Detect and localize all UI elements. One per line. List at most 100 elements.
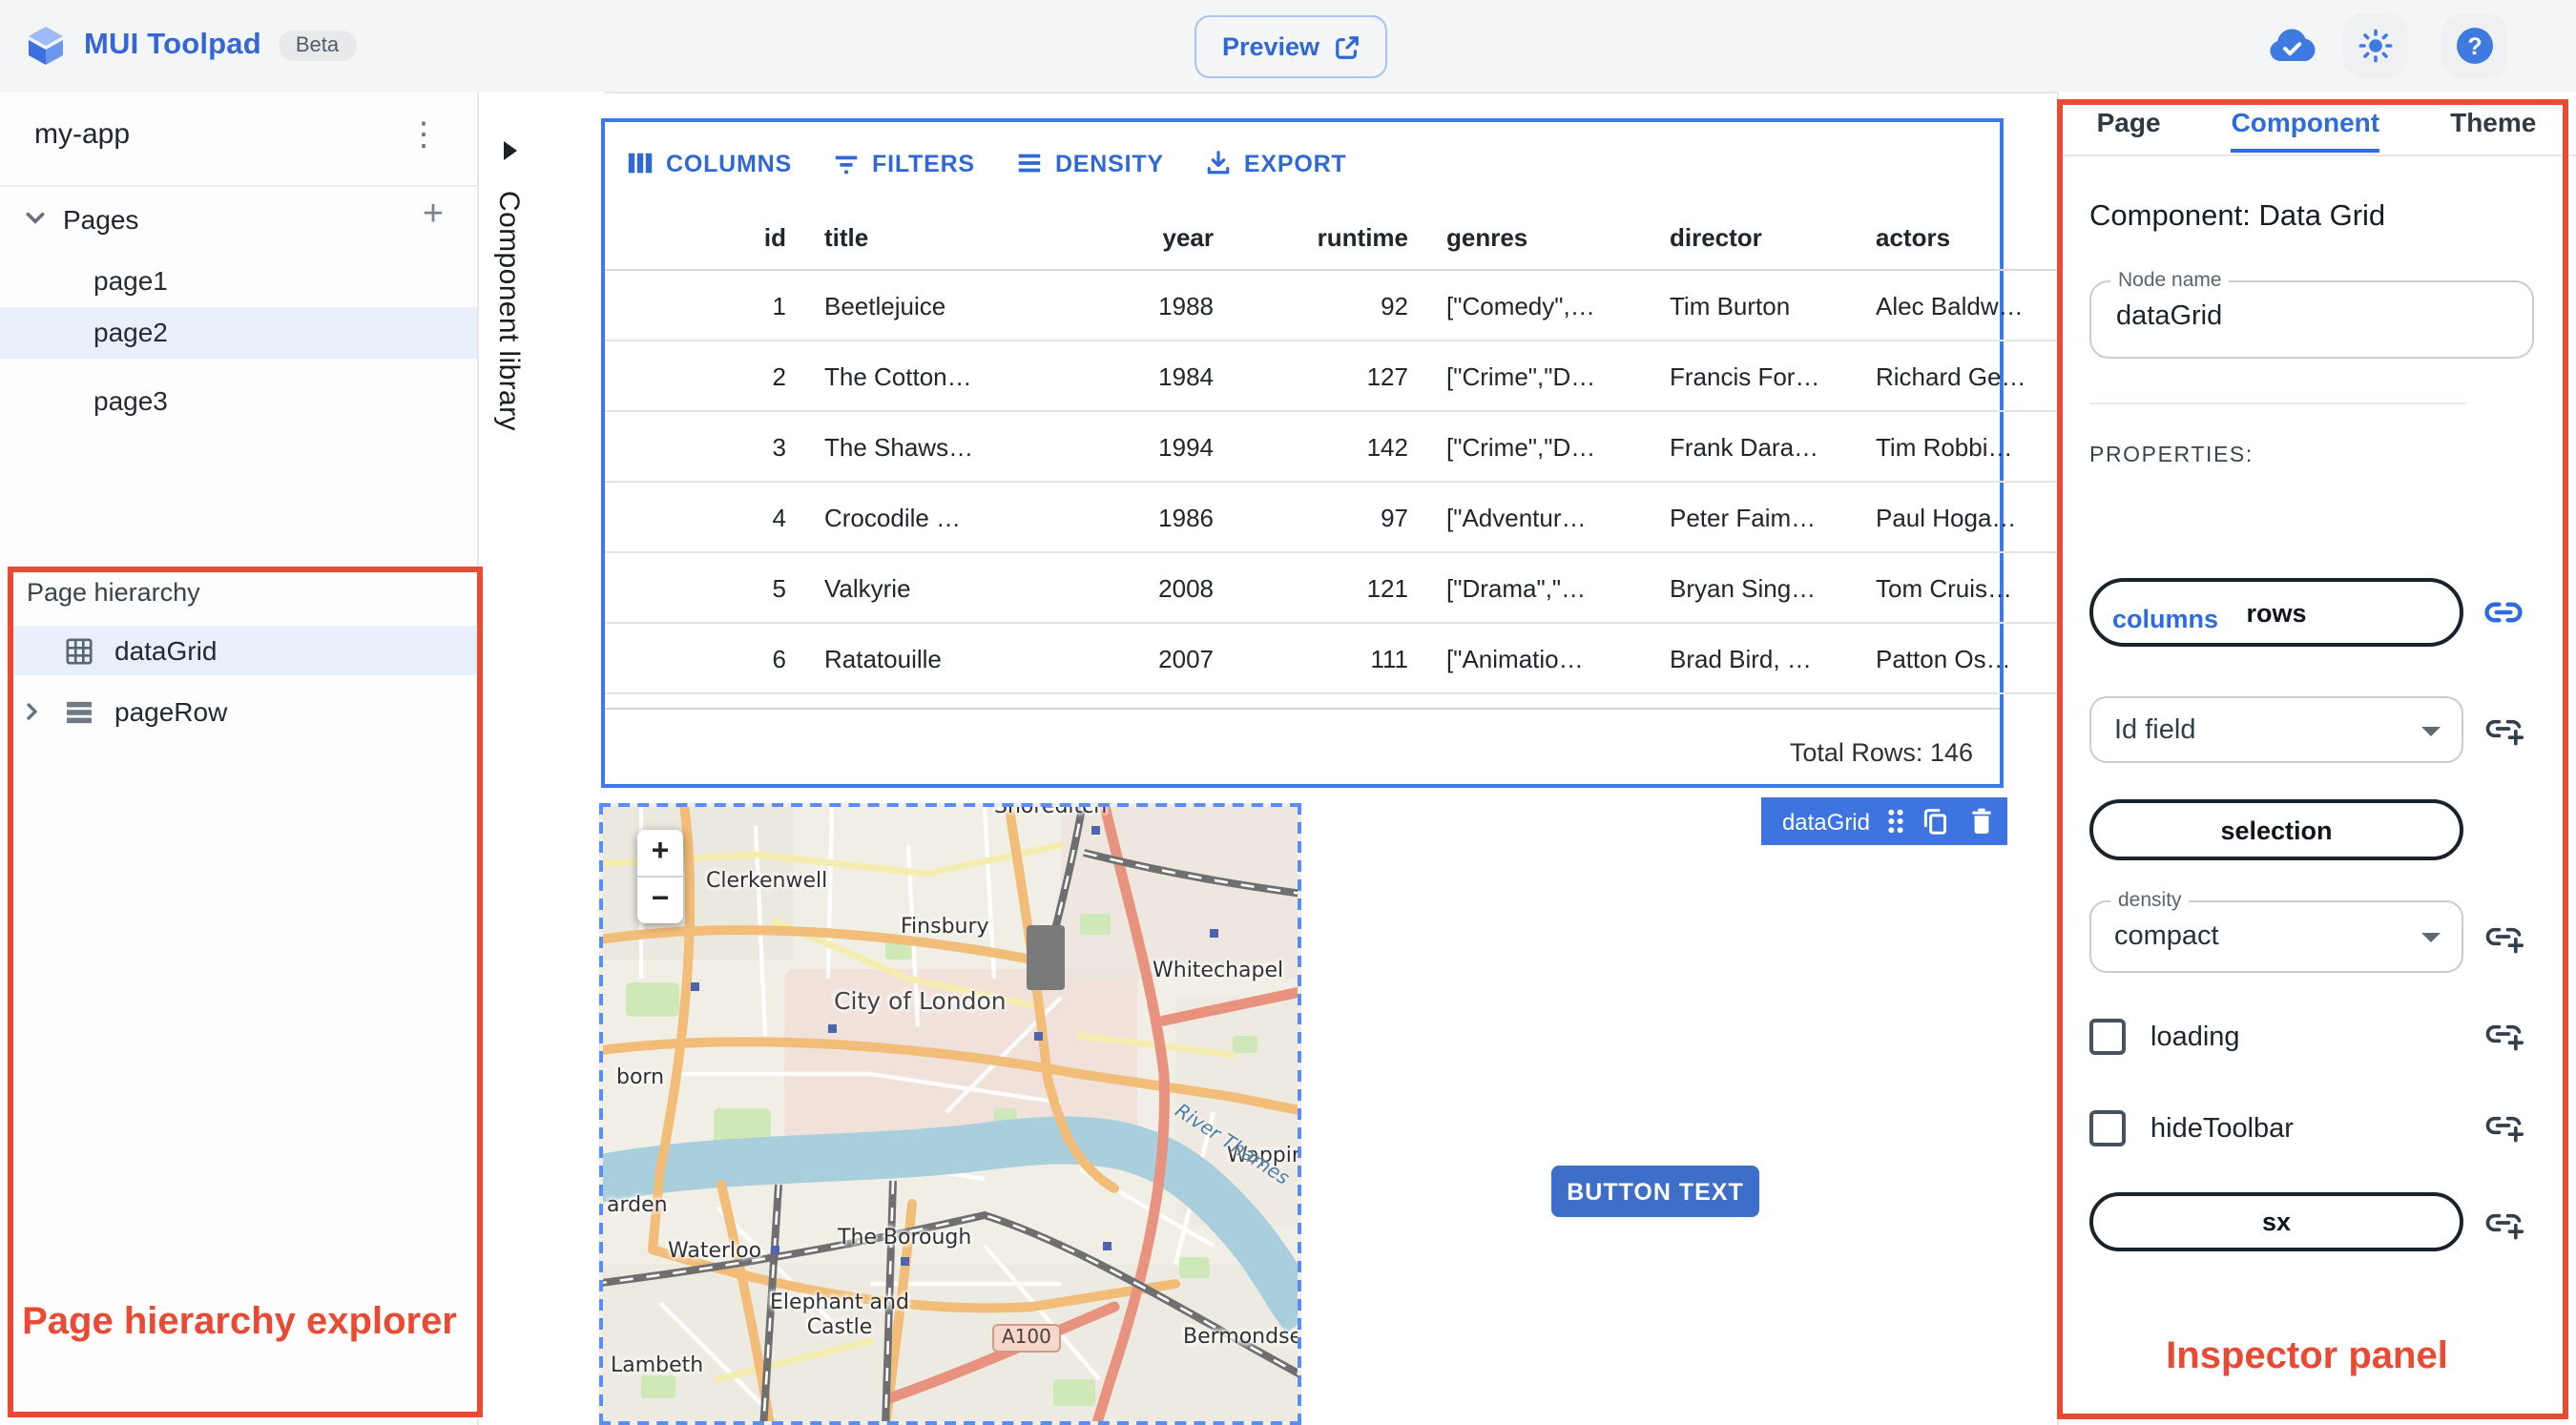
help-button[interactable]: ? — [2442, 13, 2507, 78]
inspector-tabs: Page Component Theme — [2057, 92, 2576, 156]
filters-button[interactable]: FILTERS — [832, 149, 975, 177]
app-title: MUI Toolpad — [84, 29, 261, 61]
page-item-label: page1 — [93, 265, 168, 296]
cloud-sync-icon[interactable] — [2267, 27, 2316, 65]
expand-arrow-icon[interactable] — [504, 141, 517, 160]
cell-id: 2 — [605, 341, 805, 412]
zoom-out-button[interactable]: − — [637, 878, 683, 923]
datagrid-toolbar: COLUMNS FILTERS DENSITY EXPORT — [605, 122, 2000, 204]
cell-year: 1984 — [1030, 341, 1233, 412]
map-component[interactable]: Shoreditch Clerkenwell Finsbury Whitecha… — [599, 803, 1301, 1425]
column-header-id[interactable]: id — [605, 204, 805, 271]
sx-binding-link-icon[interactable] — [2483, 1202, 2524, 1244]
sx-property-button[interactable]: sx — [2089, 1192, 2463, 1251]
loading-label: loading — [2150, 1022, 2240, 1052]
project-menu-button[interactable]: ⋮ — [401, 111, 447, 160]
cell-title: Valkyrie — [805, 552, 1030, 624]
table-row[interactable]: 5 Valkyrie 2008 121 ["Drama","… Bryan Si… — [605, 552, 2145, 624]
hierarchy-item-pagerow[interactable]: pageRow — [8, 687, 477, 736]
map-zoom-control: + − — [637, 830, 683, 923]
columns-icon — [626, 149, 654, 177]
export-button[interactable]: EXPORT — [1204, 149, 1347, 177]
density-binding-link-icon[interactable] — [2483, 916, 2524, 958]
sidebar-item-page3[interactable]: page3 — [0, 376, 477, 427]
cell-year: 1988 — [1030, 270, 1233, 341]
hidetoolbar-label: hideToolbar — [2150, 1113, 2294, 1144]
theme-toggle-button[interactable] — [2343, 13, 2408, 78]
duplicate-icon[interactable] — [1922, 807, 1948, 836]
column-header-genres[interactable]: genres — [1427, 204, 1651, 271]
properties-label: PROPERTIES: — [2089, 444, 2254, 467]
loading-binding-link-icon[interactable] — [2483, 1013, 2524, 1055]
project-name: my-app — [34, 118, 131, 151]
canvas-button-component[interactable]: BUTTON TEXT — [1551, 1166, 1759, 1217]
hidetoolbar-binding-link-icon[interactable] — [2483, 1105, 2524, 1146]
cell-runtime: 142 — [1233, 411, 1427, 483]
density-button-label: DENSITY — [1054, 150, 1164, 176]
selection-property-button[interactable]: selection — [2089, 799, 2463, 860]
svg-text:?: ? — [2467, 33, 2482, 60]
map-label: The Borough — [838, 1225, 972, 1249]
sidebar-item-page1[interactable]: page1 — [0, 256, 477, 307]
columns-button[interactable]: COLUMNS — [626, 149, 792, 177]
table-row[interactable]: 4 Crocodile … 1986 97 ["Adventur… Peter … — [605, 482, 2145, 553]
map-label: arden — [607, 1192, 668, 1217]
node-name-field[interactable]: Node name — [2089, 269, 2534, 359]
id-field-select[interactable]: Id field — [2089, 696, 2463, 763]
density-label: density — [2110, 889, 2190, 912]
tab-page[interactable]: Page — [2097, 107, 2161, 149]
map-label: Shoreditch — [994, 807, 1107, 818]
tab-component[interactable]: Component — [2231, 107, 2380, 153]
grid-icon — [65, 636, 93, 665]
node-name-input[interactable] — [2116, 301, 2498, 332]
cell-genres: ["Drama","… — [1427, 552, 1651, 624]
chevron-down-icon — [2421, 933, 2441, 942]
chevron-right-icon[interactable] — [21, 700, 44, 723]
toolpad-logo-icon — [25, 25, 67, 67]
rows-binding-link-icon[interactable] — [2483, 591, 2524, 633]
column-header-runtime[interactable]: runtime — [1233, 204, 1427, 271]
map-label: Clerkenwell — [706, 868, 828, 893]
map-canvas[interactable]: Shoreditch Clerkenwell Finsbury Whitecha… — [603, 807, 1298, 1421]
density-button[interactable]: DENSITY — [1015, 149, 1164, 177]
tab-theme[interactable]: Theme — [2450, 107, 2536, 149]
delete-icon[interactable] — [1969, 807, 1994, 836]
cell-actors: Tom Cruis… — [1857, 552, 2074, 624]
sidebar-item-page2[interactable]: page2 — [0, 307, 477, 359]
cell-year: 1986 — [1030, 482, 1233, 553]
map-label: Lambeth — [611, 1353, 704, 1377]
id-field-binding-link-icon[interactable] — [2483, 708, 2524, 750]
cell-year: 2007 — [1030, 623, 1233, 694]
pages-collapse-chevron-icon[interactable] — [23, 206, 48, 231]
density-icon — [1015, 149, 1044, 177]
preview-button-label: Preview — [1221, 32, 1320, 61]
table-row[interactable]: 1 Beetlejuice 1988 92 ["Comedy",… Tim Bu… — [605, 270, 2145, 341]
zoom-in-button[interactable]: + — [637, 830, 683, 878]
drag-handle-icon[interactable] — [1883, 807, 1908, 836]
column-header-title[interactable]: title — [805, 204, 1030, 271]
table-row[interactable]: 3 The Shaws… 1994 142 ["Crime","D… Frank… — [605, 411, 2145, 483]
id-field-value: Id field — [2114, 714, 2196, 745]
filter-icon — [832, 149, 861, 177]
hierarchy-item-label: dataGrid — [114, 635, 218, 666]
density-select[interactable]: density compact — [2089, 889, 2463, 973]
preview-button[interactable]: Preview — [1195, 15, 1387, 78]
cell-runtime: 97 — [1233, 482, 1427, 553]
datagrid-table: id title year runtime genres director ac… — [605, 204, 2145, 694]
horizontal-scrollbar[interactable] — [605, 694, 2000, 710]
column-header-director[interactable]: director — [1651, 204, 1857, 271]
hidetoolbar-checkbox[interactable] — [2089, 1110, 2126, 1146]
datagrid-component[interactable]: COLUMNS FILTERS DENSITY EXPORT id title … — [601, 118, 2145, 788]
columns-property-link[interactable]: columns — [2112, 605, 2218, 633]
loading-checkbox[interactable] — [2089, 1019, 2126, 1055]
column-header-year[interactable]: year — [1030, 204, 1233, 271]
export-button-label: EXPORT — [1243, 150, 1347, 176]
add-page-button[interactable]: + — [412, 195, 454, 237]
cell-genres: ["Adventur… — [1427, 482, 1651, 553]
table-row[interactable]: 6 Ratatouille 2007 111 ["Animatio… Brad … — [605, 623, 2145, 694]
table-row[interactable]: 2 The Cotton… 1984 127 ["Crime","D… Fran… — [605, 341, 2145, 412]
column-header-actors[interactable]: actors — [1857, 204, 2074, 271]
hierarchy-item-datagrid[interactable]: dataGrid — [8, 626, 477, 675]
cell-actors: Tim Robbi… — [1857, 411, 2074, 483]
cell-title: Crocodile … — [805, 482, 1030, 553]
